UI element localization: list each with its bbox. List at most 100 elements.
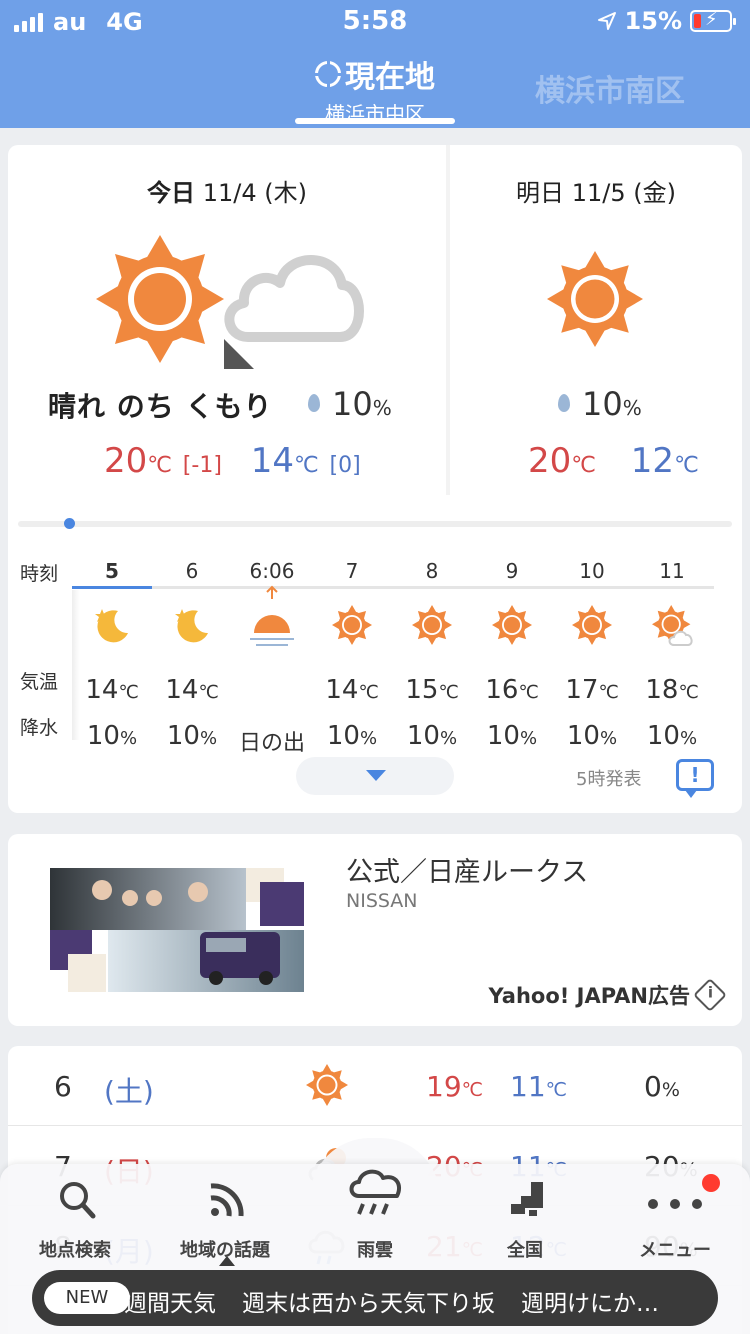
rain-cloud-icon xyxy=(349,1169,402,1215)
hour-column[interactable]: 6 14℃ 10% xyxy=(152,559,232,759)
week-dow: (土) xyxy=(104,1075,154,1108)
hour-precip: 10% xyxy=(166,721,218,751)
week-precip: 0% xyxy=(644,1070,680,1103)
hour-precip: 10% xyxy=(86,721,138,751)
hour-precip: 10% xyxy=(646,721,698,751)
hour-column[interactable]: 9 16℃ 10% xyxy=(472,559,552,759)
sun-icon xyxy=(572,605,612,645)
notification-badge xyxy=(702,1174,720,1192)
sun-icon xyxy=(547,251,643,347)
news-text: 週間天気 週末は西から天気下り坂 週明けにか… xyxy=(124,1284,685,1318)
ad-title[interactable]: 公式／日産ルークス xyxy=(346,850,588,889)
hour-column[interactable]: 6:06 日の出 xyxy=(232,559,312,759)
moon-icon xyxy=(175,609,208,643)
battery-percent: 15% xyxy=(624,7,682,35)
time-row-label: 時刻 xyxy=(20,563,59,585)
raindrop-icon xyxy=(308,394,320,412)
location-arrow-icon xyxy=(597,12,616,30)
tomorrow-temps: 20℃ 12℃ xyxy=(528,441,699,481)
tab-current-location[interactable]: 現在地 横浜市中区 xyxy=(295,52,455,127)
sun-icon xyxy=(332,605,372,645)
search-icon xyxy=(60,1182,96,1219)
tomorrow-low: 12 xyxy=(630,441,675,481)
sun-icon xyxy=(306,1064,348,1106)
ad-card[interactable]: 公式／日産ルークス NISSAN Yahoo! JAPAN広告 xyxy=(8,834,742,1026)
news-ticker[interactable]: NEW 週間天気 週末は西から天気下り坂 週明けにか… xyxy=(32,1270,718,1326)
today-date: 11/4 (木) xyxy=(202,179,307,207)
tomorrow-precip: 10% xyxy=(558,385,642,423)
rss-icon xyxy=(210,1183,244,1217)
hour-label: 7 xyxy=(345,559,359,583)
tomorrow-forecast[interactable]: 明日 11/5 (金) 10% 20℃ 12℃ xyxy=(450,145,742,495)
today-label: 今日 xyxy=(147,179,196,207)
week-high: 19℃ xyxy=(426,1070,483,1103)
timeline-slider[interactable] xyxy=(18,518,732,529)
hour-temp: 18℃ xyxy=(645,675,699,705)
forecast-card: 今日 11/4 (木) 晴れ のち くもり 10% 20℃ [-1] 14℃ [… xyxy=(8,145,742,813)
ad-brand: NISSAN xyxy=(346,890,418,912)
hour-label: 10 xyxy=(579,559,605,583)
hour-label: 6:06 xyxy=(249,559,295,583)
tomorrow-high: 20 xyxy=(528,441,572,481)
tab-label: 地点検索 xyxy=(39,1240,111,1261)
hour-temp: 15℃ xyxy=(405,675,459,705)
battery-icon: ⚡ xyxy=(690,9,736,32)
chevron-down-icon xyxy=(366,770,386,781)
hour-temp: 14℃ xyxy=(325,675,379,705)
week-row[interactable]: 6 (土) 19℃ 11℃ 0% xyxy=(8,1046,742,1126)
hour-column[interactable]: 10 17℃ 10% xyxy=(552,559,632,759)
crosshair-icon xyxy=(312,58,344,90)
hour-column[interactable]: 11 18℃ 10% xyxy=(632,559,712,759)
today-precip: 10% xyxy=(308,385,392,423)
ad-label[interactable]: Yahoo! JAPAN広告 xyxy=(489,978,727,1012)
hour-temp: 14℃ xyxy=(85,675,139,705)
temp-row-label: 気温 xyxy=(20,671,59,693)
ad-info-icon[interactable] xyxy=(693,978,727,1012)
raindrop-icon xyxy=(558,394,570,412)
today-temps: 20℃ [-1] 14℃ [0] xyxy=(104,441,361,481)
issued-time: 5時発表 xyxy=(576,769,642,790)
today-condition: 晴れ のち くもり xyxy=(48,390,273,423)
today-low: 14 xyxy=(250,441,294,481)
tab-label: 雨雲 xyxy=(357,1240,393,1261)
tooltip-pointer xyxy=(219,1256,235,1266)
hour-precip: 10% xyxy=(326,721,378,751)
tomorrow-label: 明日 xyxy=(516,179,565,207)
status-bar: au 4G 5:58 15% ⚡ xyxy=(0,0,750,42)
today-forecast[interactable]: 今日 11/4 (木) 晴れ のち くもり 10% 20℃ [-1] 14℃ [… xyxy=(8,145,446,495)
active-tab-indicator xyxy=(295,118,455,124)
hour-column[interactable]: 5 14℃ 10% xyxy=(72,559,152,759)
tab-label: 全国 xyxy=(507,1240,543,1261)
hour-precip: 10% xyxy=(406,721,458,751)
hour-precip: 日の出 xyxy=(238,731,305,756)
slider-handle[interactable] xyxy=(64,518,75,529)
week-day: 6 xyxy=(54,1070,72,1103)
news-item: 週明けにか… xyxy=(521,1291,659,1317)
today-high-diff: [-1] xyxy=(182,453,222,478)
hour-column[interactable]: 8 15℃ 10% xyxy=(392,559,472,759)
expand-button[interactable] xyxy=(296,757,454,795)
sun-cloud-icon xyxy=(652,605,693,646)
precip-row-label: 降水 xyxy=(20,717,59,739)
japan-map-icon xyxy=(511,1182,543,1216)
hour-label: 8 xyxy=(425,559,439,583)
today-low-diff: [0] xyxy=(329,453,361,478)
current-location-title: 現在地 xyxy=(345,60,435,95)
report-icon[interactable]: ! xyxy=(676,759,714,798)
hour-label: 6 xyxy=(185,559,199,583)
tab-other-location[interactable]: 横浜市南区 xyxy=(520,66,700,110)
more-icon xyxy=(648,1199,702,1209)
cloud-icon xyxy=(224,255,364,342)
hour-label: 9 xyxy=(505,559,519,583)
hour-temp: 16℃ xyxy=(485,675,539,705)
news-item: 週末は西から天気下り坂 xyxy=(242,1291,495,1317)
hour-label: 5 xyxy=(105,559,119,583)
week-low: 11℃ xyxy=(510,1070,567,1103)
news-item: 週間天気 xyxy=(124,1291,216,1317)
hour-precip: 10% xyxy=(566,721,618,751)
hour-column[interactable]: 7 14℃ 10% xyxy=(312,559,392,759)
sun-icon xyxy=(412,605,452,645)
today-high: 20 xyxy=(104,441,148,481)
moon-icon xyxy=(95,609,128,643)
sunrise-icon xyxy=(250,585,294,646)
